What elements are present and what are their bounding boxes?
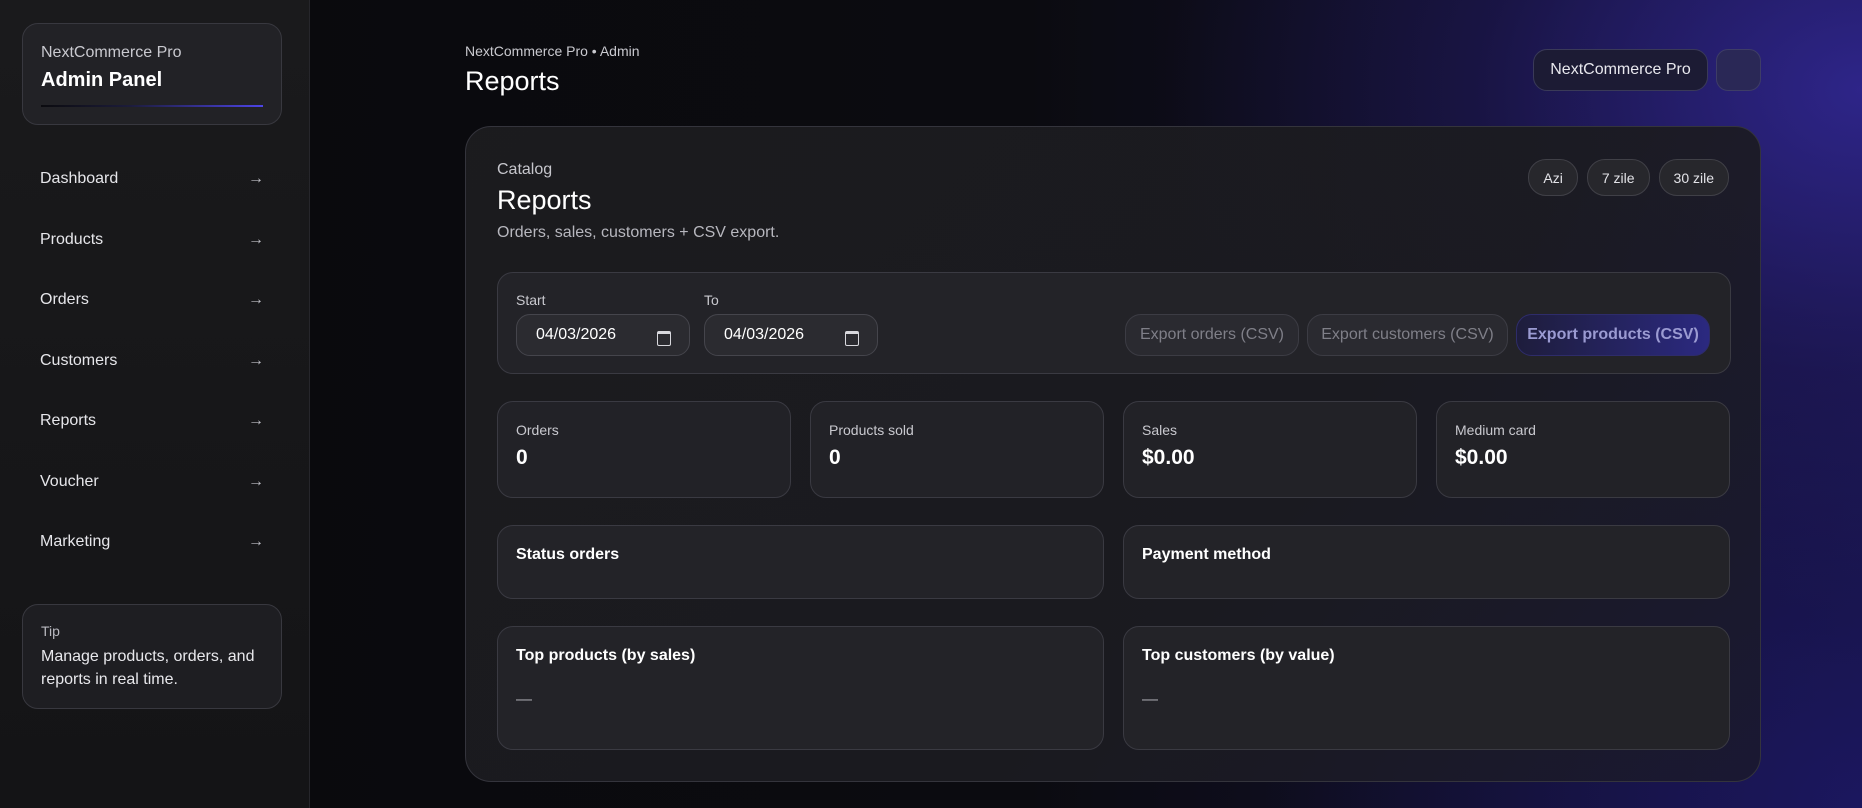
payment-method-card: Payment method (1123, 525, 1730, 599)
arrow-right-icon: → (248, 412, 264, 430)
brand-title: Admin Panel (41, 69, 163, 91)
breadcrumb: NextCommerce Pro • Admin (465, 43, 640, 59)
arrow-right-icon: → (248, 351, 264, 369)
start-date-input[interactable]: 04/03/2026 (516, 314, 690, 356)
panel-title: Reports (497, 185, 592, 215)
sidebar-item-label: Voucher (40, 472, 99, 490)
sidebar-item-dashboard[interactable]: Dashboard → (22, 149, 282, 210)
range-selector: Azi 7 zile 30 zile (1528, 159, 1729, 196)
store-button[interactable]: NextCommerce Pro (1533, 49, 1708, 91)
card-title: Status orders (516, 546, 620, 563)
card-title: Top products (by sales) (516, 647, 696, 664)
panel-description: Orders, sales, customers + CSV export. (497, 224, 780, 241)
page-title: Reports (465, 66, 560, 96)
status-orders-card: Status orders (497, 525, 1104, 599)
stat-value: 0 (516, 446, 528, 469)
range-today-button[interactable]: Azi (1528, 159, 1578, 196)
arrow-right-icon: → (248, 533, 264, 551)
start-date-label: Start (516, 292, 546, 308)
stat-value: $0.00 (1455, 446, 1508, 469)
brand-name: NextCommerce Pro (41, 44, 182, 61)
tip-text: Manage products, orders, and reports in … (41, 648, 255, 688)
calendar-icon[interactable] (657, 329, 671, 346)
stat-sales: Sales $0.00 (1123, 401, 1417, 498)
sidebar-item-label: Customers (40, 351, 118, 369)
sidebar-item-customers[interactable]: Customers → (22, 331, 282, 392)
stat-orders: Orders 0 (497, 401, 791, 498)
calendar-icon[interactable] (845, 329, 859, 346)
tip-label: Tip (41, 623, 60, 639)
end-date-label: To (704, 292, 719, 308)
end-date-input[interactable]: 04/03/2026 (704, 314, 878, 356)
stat-label: Products sold (829, 422, 914, 438)
arrow-right-icon: → (248, 170, 264, 188)
export-orders-button[interactable]: Export orders (CSV) (1125, 314, 1299, 356)
stat-label: Medium card (1455, 422, 1536, 438)
card-title: Top customers (by value) (1142, 647, 1335, 664)
user-menu-button[interactable] (1716, 49, 1761, 91)
stat-label: Sales (1142, 422, 1178, 438)
sidebar-item-products[interactable]: Products → (22, 210, 282, 271)
sidebar-item-label: Products (40, 230, 104, 248)
sidebar-item-reports[interactable]: Reports → (22, 391, 282, 452)
empty-placeholder: — (1142, 691, 1158, 708)
export-customers-button[interactable]: Export customers (CSV) (1307, 314, 1508, 356)
arrow-right-icon: → (248, 291, 264, 309)
range-30-days-button[interactable]: 30 zile (1658, 159, 1729, 196)
sidebar-item-orders[interactable]: Orders → (22, 270, 282, 331)
start-date-value: 04/03/2026 (536, 326, 617, 343)
reports-panel: Catalog Reports Orders, sales, customers… (465, 126, 1761, 782)
sidebar-item-label: Dashboard (40, 170, 119, 188)
export-products-button[interactable]: Export products (CSV) (1516, 314, 1710, 356)
top-customers-card: Top customers (by value) — (1123, 626, 1730, 750)
stat-products-sold: Products sold 0 (810, 401, 1104, 498)
end-date-value: 04/03/2026 (724, 326, 805, 343)
arrow-right-icon: → (248, 230, 264, 248)
category-label: Catalog (497, 161, 553, 178)
range-7-days-button[interactable]: 7 zile (1586, 159, 1650, 196)
brand-card: NextCommerce Pro Admin Panel (22, 23, 282, 125)
sidebar-item-label: Reports (40, 412, 97, 430)
sidebar-nav: Dashboard → Products → Orders → Customer… (22, 149, 282, 573)
tip-card: Tip Manage products, orders, and reports… (22, 604, 282, 709)
card-title: Payment method (1142, 546, 1271, 563)
sidebar-item-voucher[interactable]: Voucher → (22, 452, 282, 513)
stat-value: 0 (829, 446, 841, 469)
sidebar-item-label: Marketing (40, 533, 111, 551)
sidebar-item-marketing[interactable]: Marketing → (22, 512, 282, 573)
sidebar: NextCommerce Pro Admin Panel Dashboard →… (0, 0, 310, 808)
stat-label: Orders (516, 422, 559, 438)
empty-placeholder: — (516, 691, 532, 708)
stat-value: $0.00 (1142, 446, 1195, 469)
top-products-card: Top products (by sales) — (497, 626, 1104, 750)
sidebar-item-label: Orders (40, 291, 89, 309)
brand-accent-line (41, 105, 263, 107)
filter-bar: Start 04/03/2026 To 04/03/2026 Export or… (497, 272, 1731, 374)
stat-medium-card: Medium card $0.00 (1436, 401, 1730, 498)
arrow-right-icon: → (248, 472, 264, 490)
